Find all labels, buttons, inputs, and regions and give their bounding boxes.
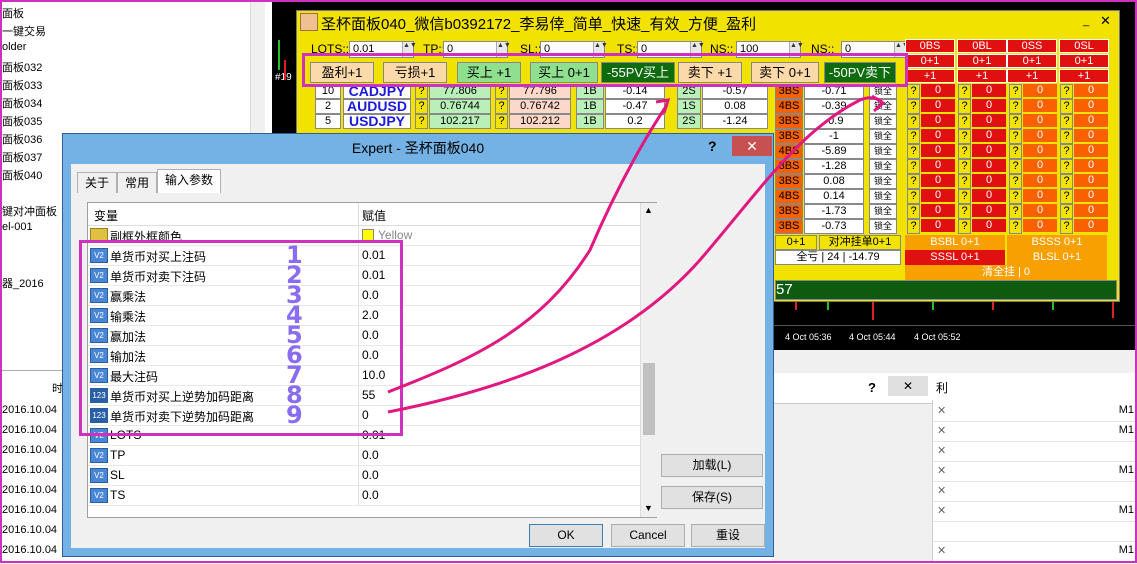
annotation-arrows: [387, 94, 886, 414]
